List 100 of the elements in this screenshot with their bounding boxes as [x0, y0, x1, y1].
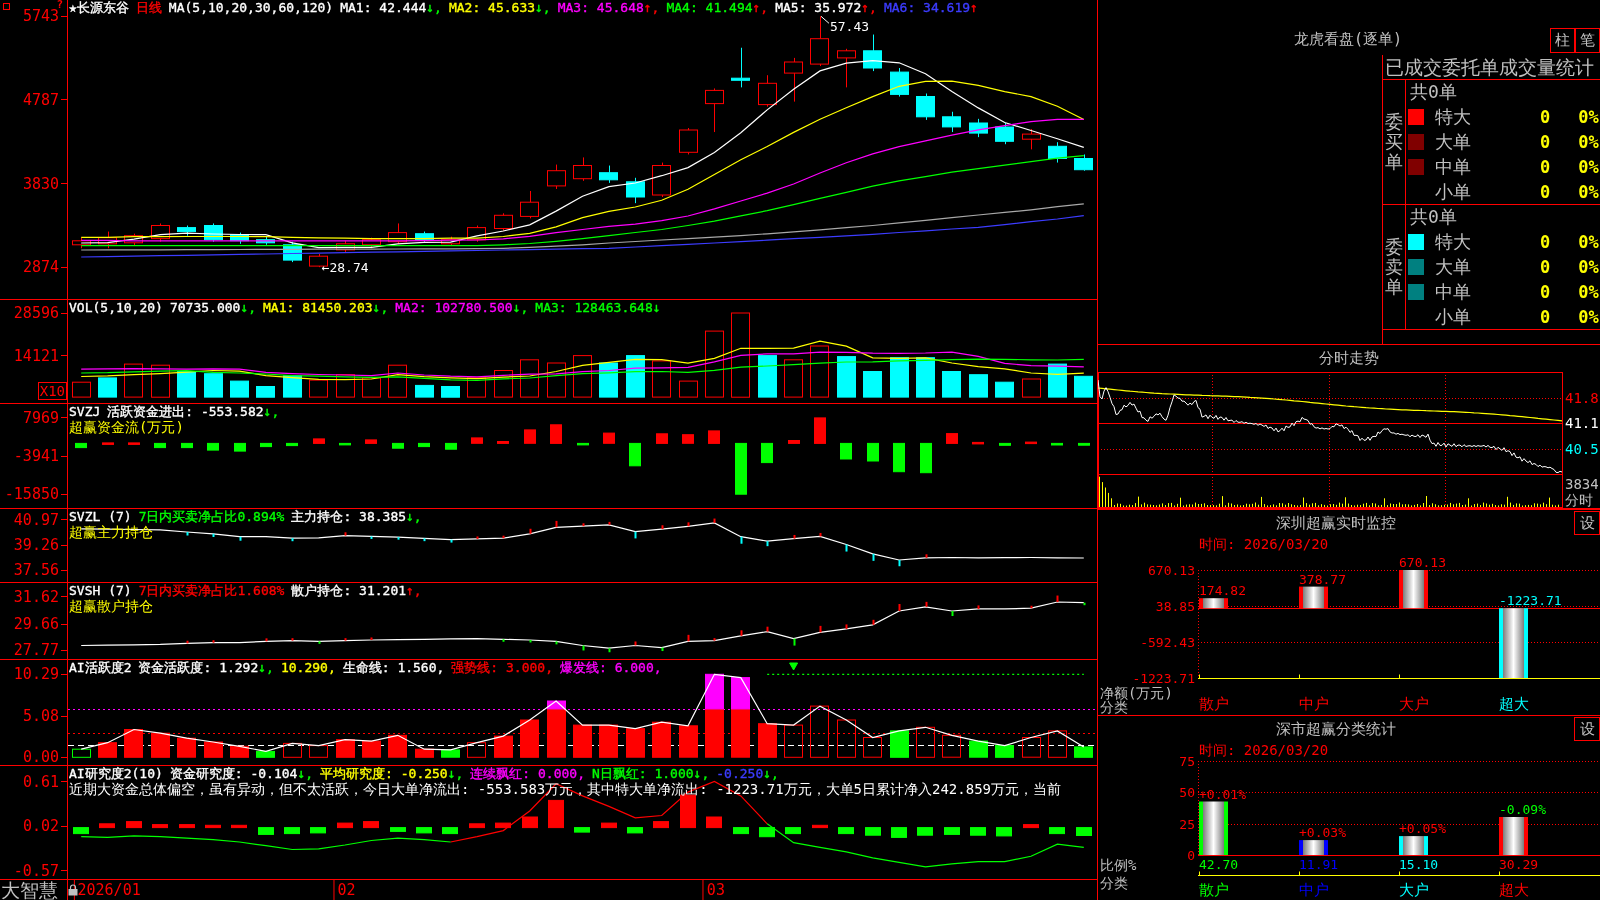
change-label: +0.05%: [1399, 821, 1446, 837]
settings-button[interactable]: 设: [1574, 717, 1600, 741]
burst-bar-segment: [547, 700, 566, 710]
activity-bar: [520, 719, 539, 758]
legend-text: 日线: [135, 0, 162, 15]
axis-label: 29.66: [13, 617, 67, 631]
activity-bar: [151, 732, 170, 758]
indicator-bar: [445, 442, 457, 450]
indicator-bar: [471, 437, 483, 444]
indicator-bar: [627, 827, 643, 834]
candlestick: [626, 177, 645, 204]
volume-bar: [1022, 378, 1041, 398]
mode-button[interactable]: 柱: [1550, 28, 1575, 53]
legend-text: 平均研究度: -0.250: [320, 766, 448, 781]
change-tick: [423, 537, 426, 543]
activity-bar: [72, 748, 91, 758]
axis-label: 75: [1179, 754, 1195, 769]
indicator-note: 超赢资金流(万元): [69, 419, 184, 435]
trend-arrow: ↓,: [258, 660, 274, 675]
trend-arrow: ↑,: [643, 0, 660, 15]
axis-label: 37.56: [13, 563, 67, 578]
high-price-label: 57.43: [829, 19, 870, 35]
activity-bar: [705, 708, 724, 758]
indicator-bar: [1025, 441, 1037, 445]
indicator-bar: [735, 442, 747, 495]
change-tick: [634, 640, 637, 647]
volume-bar: [520, 359, 539, 398]
indicator-bar: [944, 827, 960, 835]
activity-bar: [810, 705, 829, 758]
legend-text: MA2: 102780.500: [395, 300, 513, 315]
volume-bar: [784, 359, 803, 398]
axis-label: -1223.71: [1132, 671, 1195, 686]
indicator-bar: [891, 827, 907, 838]
activity-bar: [124, 729, 143, 758]
activity-bar: [1022, 737, 1041, 758]
legend-text: -0.250: [716, 766, 764, 781]
candlestick: [652, 162, 671, 198]
legend-text: MA4: 41.494: [666, 0, 753, 15]
candlestick: [969, 118, 988, 138]
category-label: 散户: [1199, 881, 1229, 899]
value-label: 670.13: [1399, 556, 1446, 570]
axis-label: 31.62: [13, 589, 67, 604]
count-value: 0: [1538, 306, 1552, 327]
trend-arrow: ↓,: [406, 509, 422, 524]
change-tick: [344, 531, 347, 537]
activity-bar: [467, 742, 486, 758]
indicator-bar: [181, 442, 193, 449]
change-tick: [898, 559, 901, 568]
volume-bar: [942, 371, 961, 398]
activity-bar: [336, 739, 355, 758]
volume-bar: [890, 357, 909, 398]
change-tick: [1083, 601, 1086, 607]
activity-bar: [547, 708, 566, 758]
axis-label: 5743: [22, 9, 67, 24]
indicator-note: 超赢散户持仓: [69, 598, 153, 614]
activity-bar: [758, 723, 777, 758]
activity-bar: [995, 745, 1014, 758]
indicator-bar: [205, 824, 221, 829]
volume-bar: [573, 355, 592, 398]
activity-bar: [441, 749, 460, 758]
change-tick: [925, 600, 928, 608]
candlestick: [679, 127, 698, 155]
value-label: 30.29: [1499, 857, 1539, 872]
volume-bar: [837, 356, 856, 398]
indicator-bar: [970, 827, 986, 836]
indicator-bar: [920, 442, 932, 474]
change-tick: [582, 522, 585, 528]
change-tick: [634, 530, 637, 540]
candlestick: [995, 122, 1014, 145]
change-tick: [766, 625, 769, 633]
value-label: 42.70: [1199, 857, 1239, 872]
volume-label: 3834: [1565, 476, 1599, 492]
volume-bar: [388, 364, 407, 398]
candlestick: [731, 47, 750, 88]
axis-label: 0.61: [22, 774, 67, 789]
count-value: 0: [1538, 132, 1552, 152]
indicator-bar: [75, 442, 87, 449]
candlestick: [415, 231, 434, 243]
candlestick: [547, 164, 566, 190]
indicator-bar: [1049, 827, 1065, 835]
change-tick: [450, 538, 453, 544]
total-count: 共0单: [1409, 207, 1457, 228]
indicator-bar: [653, 821, 669, 829]
axis-title: 分类: [1100, 875, 1128, 891]
settings-button[interactable]: 设: [1574, 511, 1600, 535]
axis-label: 25: [1179, 816, 1195, 832]
indicator-bar: [497, 441, 509, 444]
activity-bar: [969, 740, 988, 758]
axis-label: 10.29: [13, 667, 67, 682]
volume-label: 分时: [1565, 492, 1593, 508]
activity-bar: [573, 724, 592, 758]
mode-button[interactable]: 笔: [1575, 28, 1600, 53]
legend-text: 主力持仓: 38.385: [291, 509, 407, 524]
value-label: -1223.71: [1499, 593, 1562, 609]
legend-text: MA1: 81450.203: [263, 300, 373, 315]
trend-arrow: ↑: [970, 0, 978, 15]
price-label: 41.8: [1565, 390, 1599, 406]
change-tick: [529, 638, 532, 644]
volume-bar: [72, 381, 91, 398]
axis-label: -0.57: [13, 863, 67, 878]
